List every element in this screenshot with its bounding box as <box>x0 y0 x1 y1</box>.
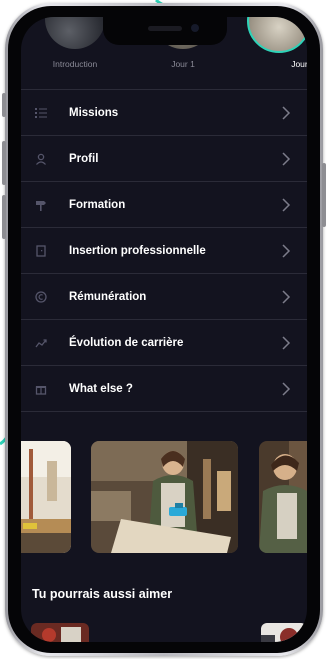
menu-item-missions[interactable]: Missions <box>21 90 307 135</box>
gift-icon <box>35 385 47 395</box>
volume-up-button <box>2 141 6 185</box>
story-jour-2-thumb[interactable] <box>247 17 307 53</box>
coin-icon <box>35 290 47 303</box>
menu-label-insertion-professionnelle: Insertion professionnelle <box>69 244 206 257</box>
front-camera <box>191 24 199 32</box>
story-label-jour-2[interactable]: Jour 2 <box>263 59 307 69</box>
suggestion-thumb-left[interactable] <box>31 623 89 642</box>
menu-divider <box>21 411 307 412</box>
menu-item-formation[interactable]: Formation <box>21 182 307 227</box>
chevron-right-icon <box>282 197 291 212</box>
menu-label-profil: Profil <box>69 152 99 165</box>
menu-item-insertion-professionnelle[interactable]: Insertion professionnelle <box>21 228 307 273</box>
menu-item-remuneration[interactable]: Rémunération <box>21 274 307 319</box>
story-label-jour-1[interactable]: Jour 1 <box>143 59 223 69</box>
menu-label-what-else: What else ? <box>69 382 133 395</box>
suggestion-thumb-right[interactable] <box>261 623 307 642</box>
volume-down-button <box>2 195 6 239</box>
notch <box>103 17 227 45</box>
speaker-grille <box>148 26 182 31</box>
suggestions-title: Tu pourrais aussi aimer <box>32 587 173 601</box>
carousel-card-woman-sanding[interactable] <box>91 441 238 553</box>
menu-item-evolution-de-carriere[interactable]: Évolution de carrière <box>21 320 307 365</box>
chevron-right-icon <box>282 151 291 166</box>
chevron-right-icon <box>282 289 291 304</box>
menu-label-formation: Formation <box>69 198 126 211</box>
door-icon <box>36 244 46 257</box>
story-label-introduction[interactable]: Introduction <box>35 59 115 69</box>
chevron-right-icon <box>282 243 291 258</box>
chevron-right-icon <box>282 335 291 350</box>
carousel-card-workshop-left[interactable] <box>21 441 71 553</box>
chevron-right-icon <box>282 105 291 120</box>
chevron-right-icon <box>282 381 291 396</box>
mute-switch <box>2 93 6 117</box>
growth-chart-icon <box>35 338 47 347</box>
app-screen: Introduction Jour 1 Jour 2 Missions Prof… <box>21 17 307 642</box>
list-icon <box>35 107 47 118</box>
power-button <box>322 163 326 227</box>
user-icon <box>36 153 46 165</box>
carousel-card-woman-woodworking-right[interactable] <box>259 441 307 553</box>
menu-label-evolution-de-carriere: Évolution de carrière <box>69 336 184 349</box>
menu-item-what-else[interactable]: What else ? <box>21 366 307 411</box>
menu-label-remuneration: Rémunération <box>69 290 147 303</box>
menu-item-profil[interactable]: Profil <box>21 136 307 181</box>
menu-label-missions: Missions <box>69 106 119 119</box>
story-introduction-thumb[interactable] <box>45 17 105 49</box>
signpost-icon <box>36 200 46 211</box>
